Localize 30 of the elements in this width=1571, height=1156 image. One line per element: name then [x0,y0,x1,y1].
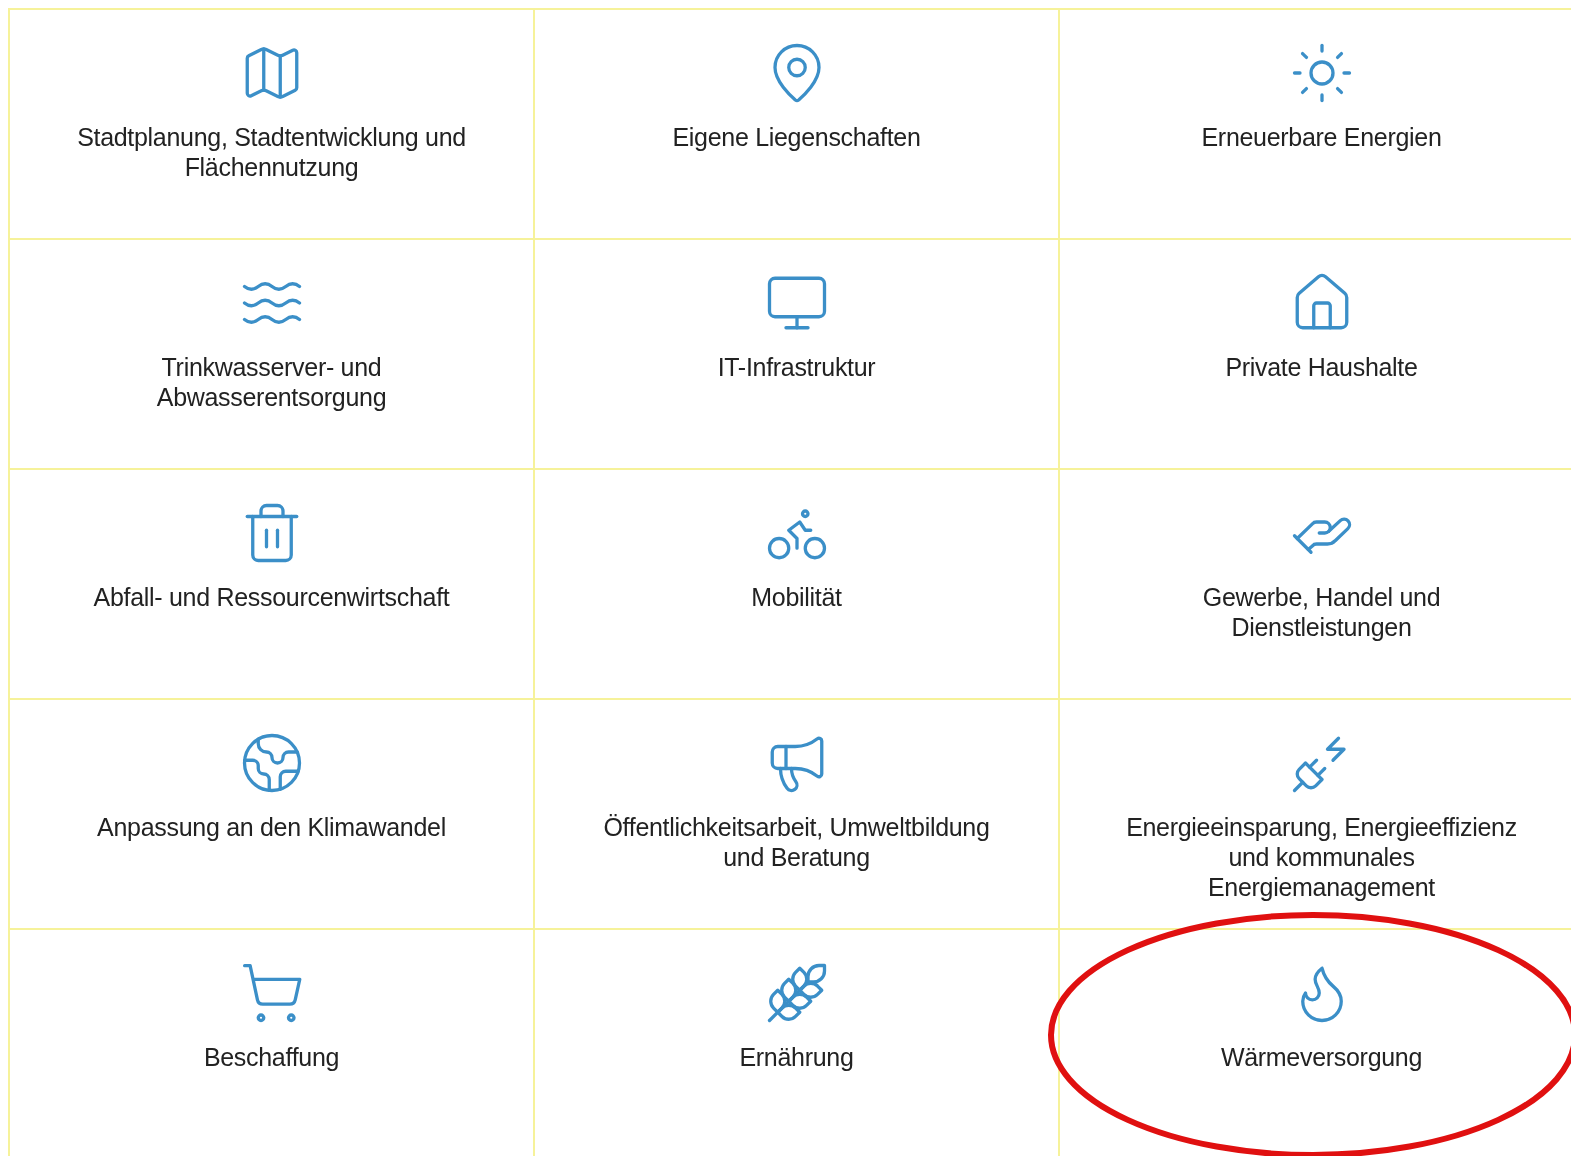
category-tile[interactable]: Eigene Liegenschaften [535,10,1060,240]
category-label: Mobilität [751,582,842,612]
category-tile[interactable]: Wärmeversorgung [1060,930,1571,1156]
category-tile[interactable]: Energieeinsparung, Energieeffizienz und kommunales Energiemanagement [1060,700,1571,930]
category-tile[interactable]: Stadtplanung, Stadtentwicklung und Flächennutzung [10,10,535,240]
category-tile[interactable]: Beschaffung [10,930,535,1156]
category-tile[interactable]: Gewerbe, Handel und Dienstleistungen [1060,470,1571,700]
category-label: Anpassung an den Klimawandel [97,812,446,842]
category-tile[interactable]: Abfall- und Ressourcenwirtschaft [10,470,535,700]
category-label: Eigene Liegenschaften [672,122,921,152]
category-label: Öffentlichkeitsarbeit, Umweltbildung und Beratung [602,812,991,872]
category-tile[interactable]: Ernährung [535,930,1060,1156]
category-tile[interactable]: Anpassung an den Klimawandel [10,700,535,930]
category-label: Private Haushalte [1225,352,1418,382]
category-label: Wärmeversorgung [1220,1042,1423,1072]
category-tile[interactable]: Trinkwasserver- und Abwasserentsorgung [10,240,535,470]
category-tile[interactable]: Erneuerbare Energien [1060,10,1571,240]
category-label: Gewerbe, Handel und Dienstleistungen [1201,582,1442,642]
category-label: Ernährung [739,1042,854,1072]
category-tile[interactable]: Öffentlichkeitsarbeit, Umweltbildung und Beratung [535,700,1060,930]
category-label: Abfall- und Ressourcenwirtschaft [93,582,450,612]
category-tile[interactable]: Private Haushalte [1060,240,1571,470]
category-label: Erneuerbare Energien [1201,122,1442,152]
category-label: Energieeinsparung, Energieeffizienz und kommunales Energiemanagement [1125,812,1518,902]
category-tile[interactable]: IT-Infrastruktur [535,240,1060,470]
category-label: Beschaffung [203,1042,340,1072]
category-label: IT-Infrastruktur [717,352,876,382]
category-label: Stadtplanung, Stadtentwicklung und Flächennutzung [76,122,467,182]
category-tile[interactable]: Mobilität [535,470,1060,700]
category-label: Trinkwasserver- und Abwasserentsorgung [155,352,388,412]
